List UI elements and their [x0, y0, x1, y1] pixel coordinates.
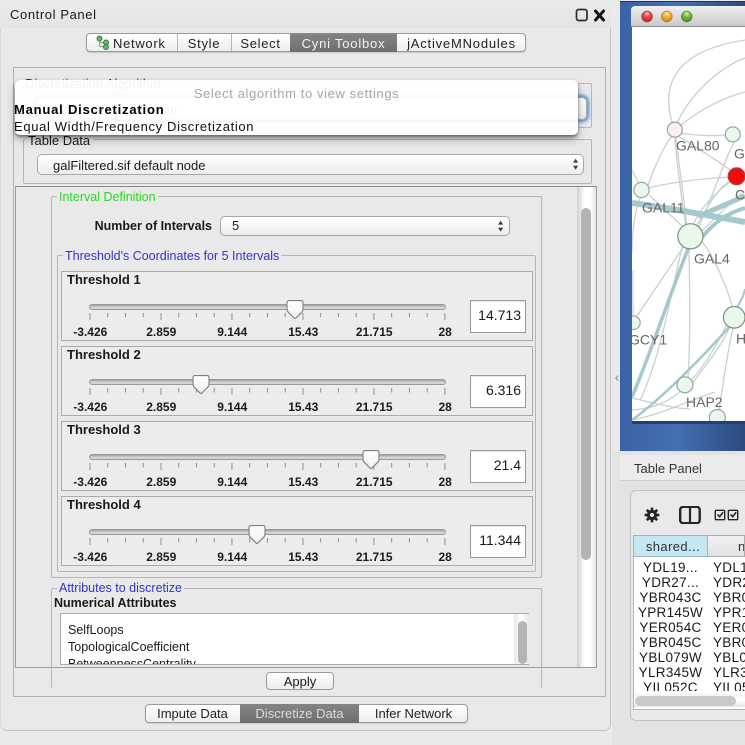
svg-text:GAL4: GAL4	[694, 251, 730, 267]
svg-text:GAL80: GAL80	[676, 138, 720, 154]
svg-text:GA: GA	[734, 146, 745, 162]
svg-text:HAP2: HAP2	[686, 394, 723, 410]
svg-text:GAL11: GAL11	[642, 200, 685, 216]
svg-text:GCY1: GCY1	[632, 332, 667, 348]
svg-text:H: H	[736, 331, 745, 347]
svg-text:C: C	[735, 187, 745, 203]
